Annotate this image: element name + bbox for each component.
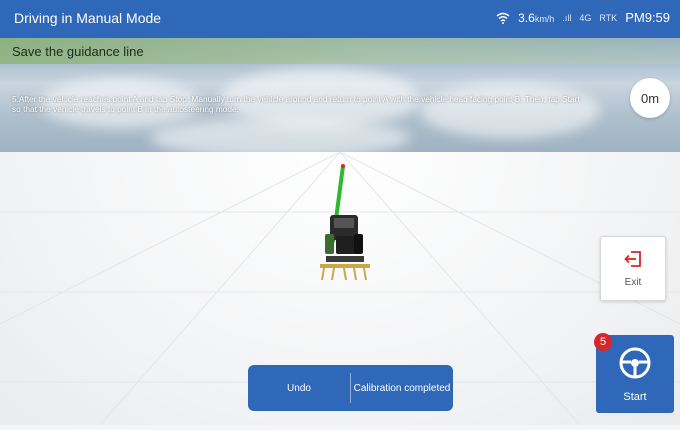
clock: PM9:59	[625, 10, 670, 25]
point-b-marker	[341, 164, 345, 168]
rtk-badge: RTK	[599, 12, 618, 23]
calibration-completed-button[interactable]: Calibration completed	[351, 365, 453, 411]
cloud	[150, 118, 410, 152]
distance-indicator: 0m	[630, 78, 670, 118]
action-bar: Undo Calibration completed	[248, 365, 453, 411]
speed-readout: 3.6km/h	[518, 10, 555, 25]
guidance-header: Save the guidance line	[0, 38, 680, 64]
status-area: 3.6km/h .ıll 4G RTK PM9:59	[496, 10, 670, 25]
wifi-icon	[496, 12, 510, 24]
exit-button[interactable]: Exit	[600, 236, 666, 301]
exit-icon	[623, 250, 643, 273]
steering-wheel-icon	[618, 346, 652, 385]
tractor-icon	[320, 215, 370, 281]
sky-panel: Save the guidance line 5.After the vehic…	[0, 38, 680, 152]
exit-label: Exit	[624, 276, 642, 288]
title-bar: Driving in Manual Mode 3.6km/h .ıll 4G R…	[0, 0, 680, 38]
signal-icon: .ıll	[562, 12, 572, 23]
network-badge: 4G	[579, 12, 592, 23]
page-title: Driving in Manual Mode	[14, 10, 162, 26]
start-button[interactable]: 5 Start	[594, 333, 674, 413]
guidance-title: Save the guidance line	[12, 44, 144, 59]
instruction-text: 5.After the vehicle reaches point A and …	[12, 94, 580, 114]
start-label: Start	[623, 390, 647, 403]
undo-button[interactable]: Undo	[248, 365, 350, 411]
start-count-badge: 5	[594, 333, 612, 351]
